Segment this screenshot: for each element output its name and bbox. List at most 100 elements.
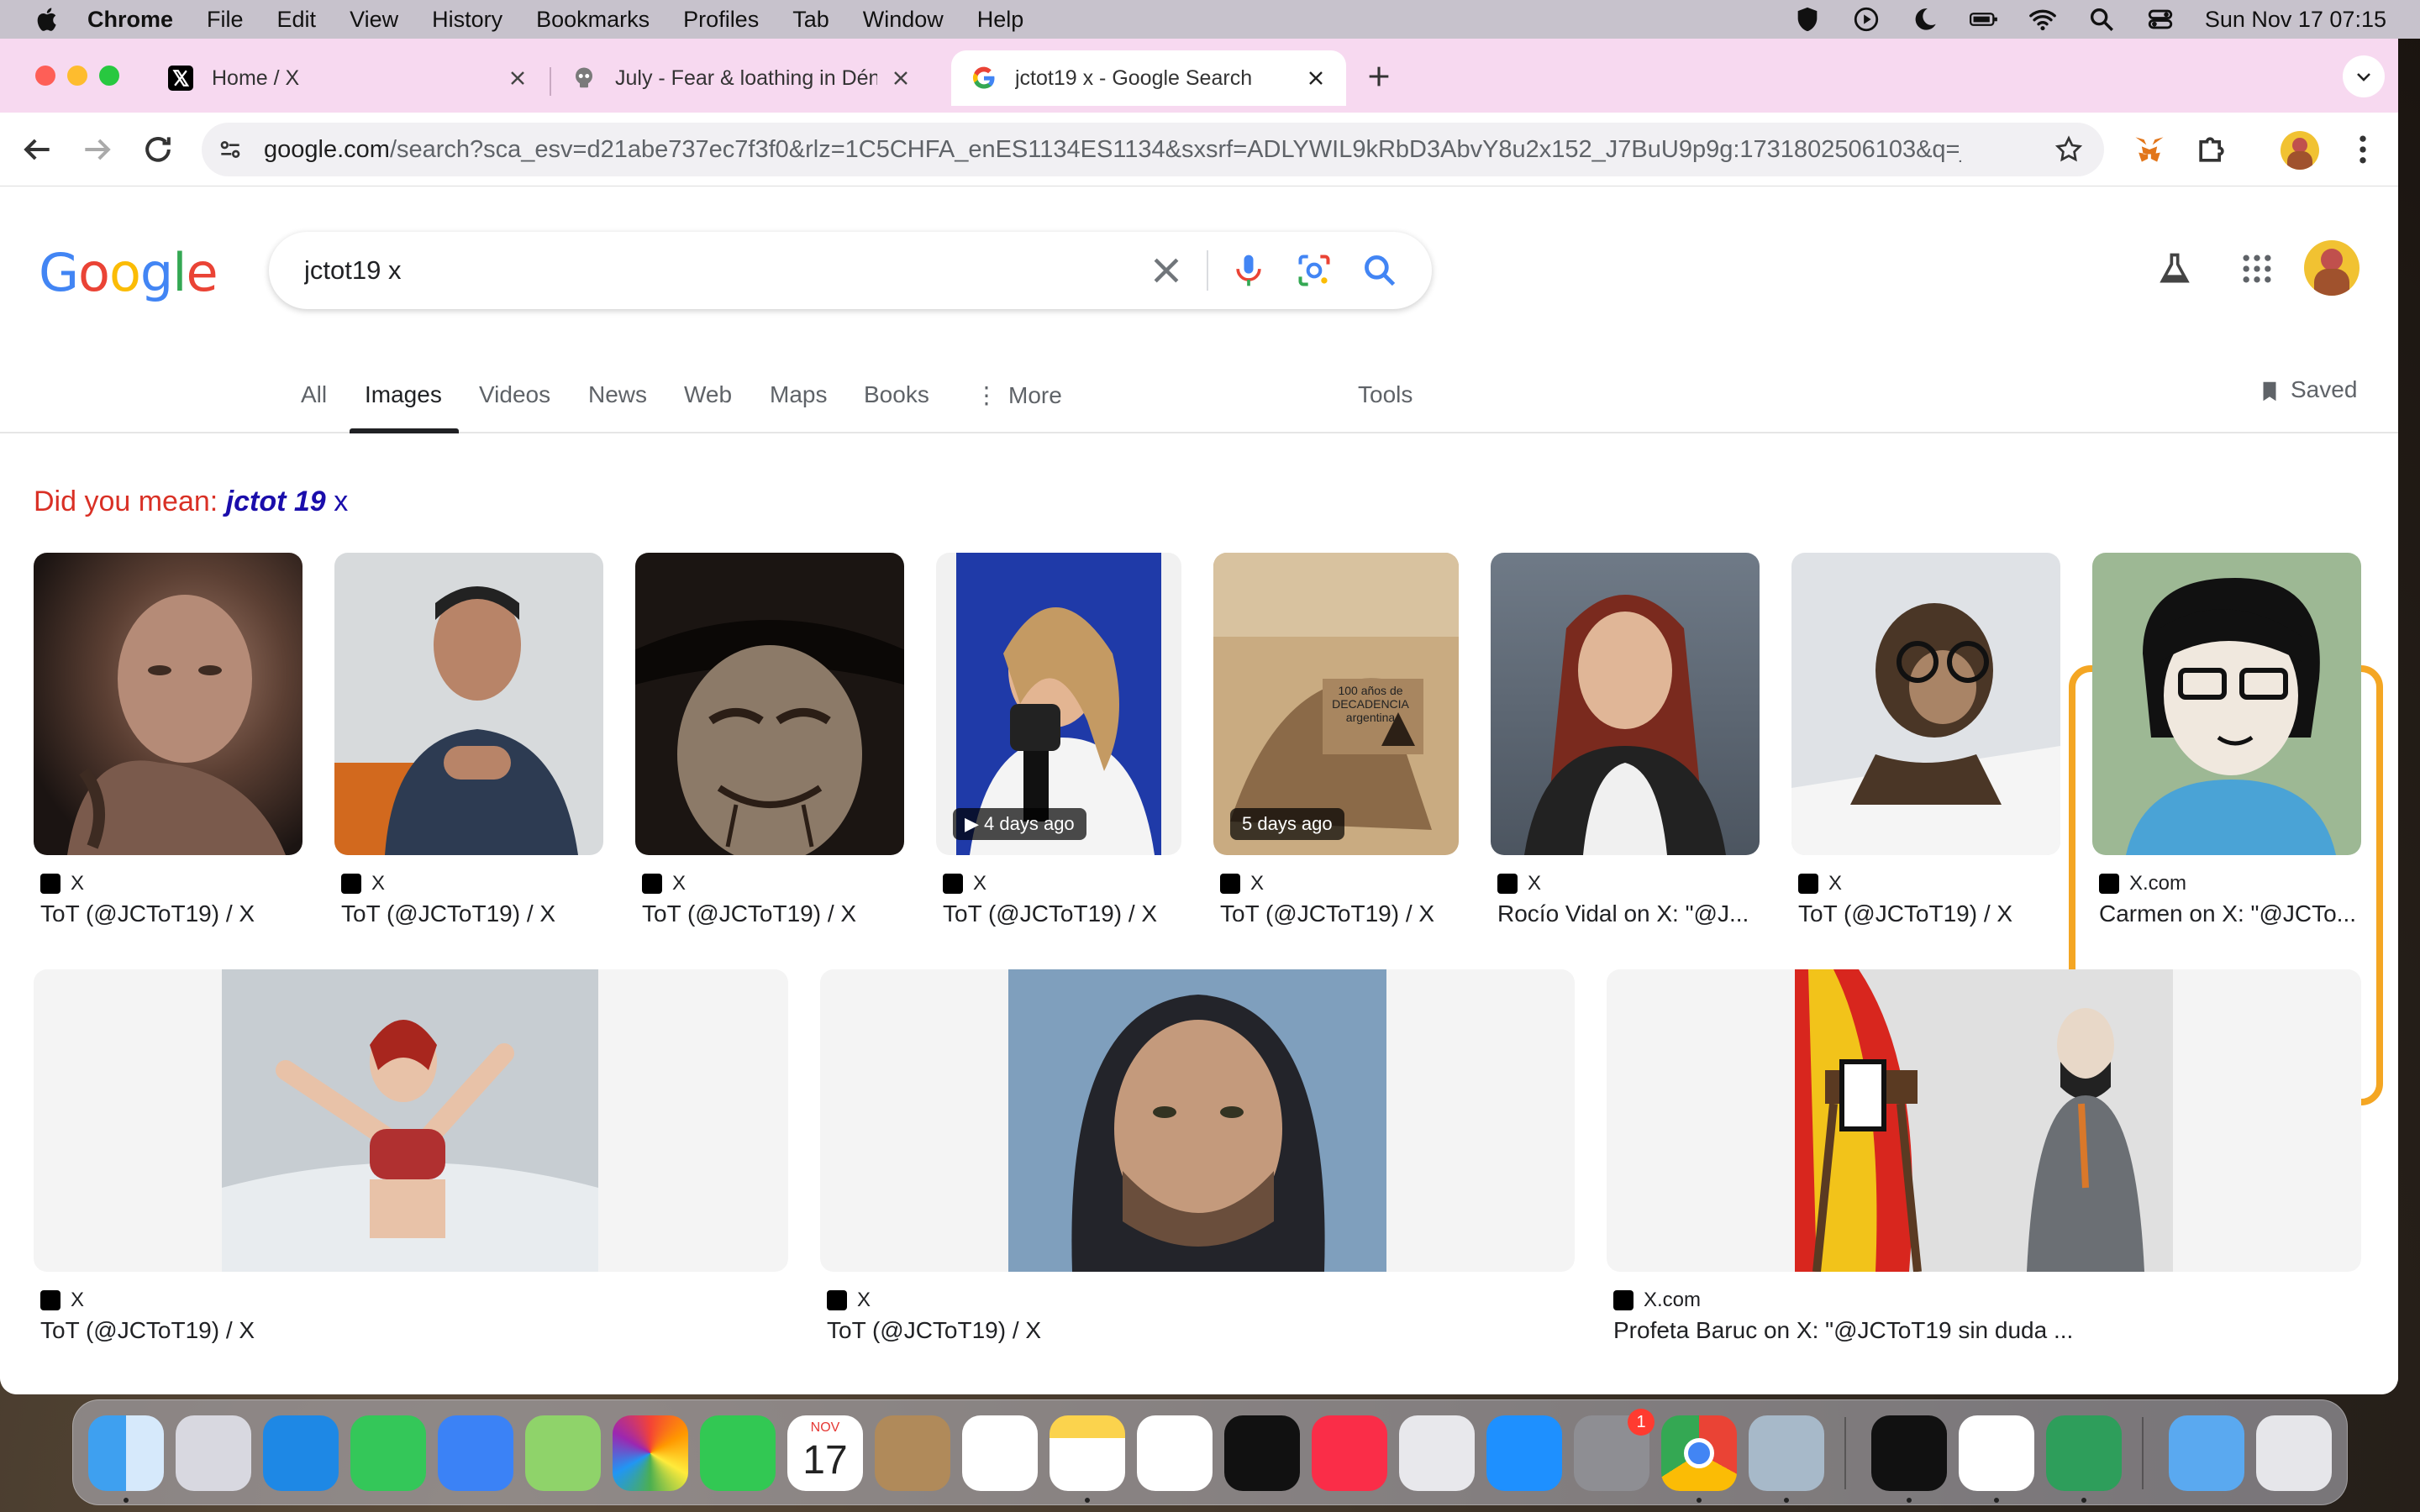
result-title[interactable]: ToT (@JCToT19) / X <box>827 1317 1566 1344</box>
menu-bookmarks[interactable]: Bookmarks <box>536 7 650 33</box>
menu-window[interactable]: Window <box>863 7 944 33</box>
labs-flask-icon[interactable] <box>2156 250 2193 287</box>
result-thumbnail[interactable] <box>334 553 603 855</box>
safari-compass-icon[interactable] <box>263 1415 339 1491</box>
tab-news[interactable]: News <box>588 381 647 408</box>
result-thumbnail[interactable] <box>1791 553 2060 855</box>
preview-icon[interactable] <box>1749 1415 1824 1491</box>
result-title[interactable]: ToT (@JCToT19) / X <box>40 900 302 927</box>
reload-icon[interactable] <box>139 131 176 168</box>
spelling-correction-rest[interactable]: x <box>334 486 348 517</box>
google-lens-icon[interactable] <box>1296 252 1333 289</box>
google-logo[interactable]: Google <box>39 242 218 303</box>
zoom-window-button[interactable] <box>99 66 119 86</box>
tab-web[interactable]: Web <box>684 381 732 408</box>
control-center-icon[interactable] <box>2146 5 2175 34</box>
menu-chrome[interactable]: Chrome <box>87 7 173 33</box>
shield-status-icon[interactable] <box>1793 5 1822 34</box>
menu-file[interactable]: File <box>207 7 244 33</box>
minimize-window-button[interactable] <box>67 66 87 86</box>
result-title[interactable]: ToT (@JCToT19) / X <box>943 900 1181 927</box>
menubar-clock[interactable]: Sun Nov 17 07:15 <box>2205 7 2386 33</box>
bookmark-star-icon[interactable] <box>2054 134 2084 165</box>
profile-avatar[interactable] <box>2281 131 2319 170</box>
image-result[interactable]: X ToT (@JCToT19) / X <box>334 553 603 927</box>
image-result[interactable]: X ToT (@JCToT19) / X <box>34 969 788 1343</box>
image-result[interactable]: ▶ 4 days ago X ToT (@JCToT19) / X <box>936 553 1181 927</box>
menu-tab[interactable]: Tab <box>792 7 829 33</box>
tab-search-button[interactable] <box>2343 55 2385 97</box>
image-result[interactable]: X Rocío Vidal on X: "@J... <box>1491 553 1760 927</box>
clear-search-icon[interactable] <box>1148 252 1185 289</box>
freeform-icon[interactable] <box>1137 1415 1213 1491</box>
apple-icon[interactable] <box>34 5 62 34</box>
iphone-mirroring-icon[interactable] <box>1399 1415 1475 1491</box>
tab-images[interactable]: Images <box>365 381 442 408</box>
apple-tv-icon[interactable] <box>1224 1415 1300 1491</box>
tools-button[interactable]: Tools <box>1358 381 1413 408</box>
tab-home-x[interactable]: Home / X <box>148 50 548 106</box>
vscode-icon[interactable] <box>1959 1415 2034 1491</box>
result-thumbnail[interactable] <box>34 969 788 1272</box>
result-title[interactable]: Rocío Vidal on X: "@J... <box>1497 900 1760 927</box>
app-store-icon[interactable] <box>1486 1415 1562 1491</box>
calendar-icon[interactable]: NOV 17 <box>787 1415 863 1491</box>
spotlight-search-icon[interactable] <box>2087 5 2116 34</box>
image-result[interactable]: X ToT (@JCToT19) / X <box>820 969 1575 1343</box>
result-thumbnail[interactable] <box>820 969 1575 1272</box>
voice-search-mic-icon[interactable] <box>1230 252 1267 289</box>
result-thumbnail[interactable]: 100 años de DECADENCIA argentina 5 days … <box>1213 553 1459 855</box>
tab-all[interactable]: All <box>301 381 327 408</box>
result-thumbnail[interactable] <box>34 553 302 855</box>
contacts-icon[interactable] <box>875 1415 950 1491</box>
result-title[interactable]: ToT (@JCToT19) / X <box>1220 900 1459 927</box>
maps-icon[interactable] <box>525 1415 601 1491</box>
result-title[interactable]: Carmen on X: "@JCTo... <box>2099 900 2361 927</box>
saved-button[interactable]: Saved <box>2257 376 2357 404</box>
back-arrow-icon[interactable] <box>18 131 55 168</box>
image-result[interactable]: X ToT (@JCToT19) / X <box>34 553 302 927</box>
result-title[interactable]: ToT (@JCToT19) / X <box>1798 900 2060 927</box>
tab-videos[interactable]: Videos <box>479 381 550 408</box>
folder-icon[interactable] <box>2169 1415 2244 1491</box>
result-title[interactable]: ToT (@JCToT19) / X <box>341 900 603 927</box>
messages-icon[interactable] <box>350 1415 426 1491</box>
play-circle-icon[interactable] <box>1852 5 1881 34</box>
tab-more[interactable]: ⋮ More <box>975 381 1062 409</box>
finder-icon[interactable] <box>88 1415 164 1491</box>
menu-history[interactable]: History <box>432 7 502 33</box>
system-settings-gear-icon[interactable]: 1 <box>1574 1409 1655 1491</box>
result-title[interactable]: ToT (@JCToT19) / X <box>642 900 904 927</box>
menu-help[interactable]: Help <box>977 7 1024 33</box>
result-thumbnail[interactable] <box>2092 553 2361 855</box>
close-window-button[interactable] <box>35 66 55 86</box>
notes-icon[interactable] <box>1050 1415 1125 1491</box>
image-result[interactable]: X ToT (@JCToT19) / X <box>635 553 904 927</box>
result-title[interactable]: ToT (@JCToT19) / X <box>40 1317 780 1344</box>
image-result[interactable]: X.com Profeta Baruc on X: "@JCToT19 sin … <box>1607 969 2361 1343</box>
trash-icon[interactable] <box>2256 1415 2332 1491</box>
image-result[interactable]: X ToT (@JCToT19) / X <box>1791 553 2060 927</box>
menu-profiles[interactable]: Profiles <box>683 7 759 33</box>
terminal-icon[interactable] <box>1871 1415 1947 1491</box>
mail-envelope-icon[interactable] <box>438 1415 513 1491</box>
image-result-selected[interactable]: X.com Carmen on X: "@JCTo... <box>2092 553 2361 927</box>
spelling-correction-link[interactable]: jctot 19 <box>226 486 326 517</box>
close-tab-icon[interactable] <box>1306 68 1326 88</box>
reminders-list-icon[interactable] <box>962 1415 1038 1491</box>
battery-icon[interactable] <box>1969 5 1998 34</box>
result-title[interactable]: Profeta Baruc on X: "@JCToT19 sin duda .… <box>1613 1317 2353 1344</box>
site-info-tune-icon[interactable] <box>217 136 244 163</box>
apps-grid-icon[interactable] <box>2238 250 2275 287</box>
photos-icon[interactable] <box>613 1415 688 1491</box>
wifi-icon[interactable] <box>2028 5 2057 34</box>
close-tab-icon[interactable] <box>891 68 911 88</box>
search-magnifier-icon[interactable] <box>1361 252 1398 289</box>
address-bar[interactable]: google.com/search?sca_esv=d21abe737ec7f3… <box>202 123 2104 176</box>
more-options-vertical-icon[interactable] <box>2344 131 2381 168</box>
new-tab-plus-icon[interactable] <box>1365 62 1393 91</box>
extensions-puzzle-icon[interactable] <box>2193 131 2230 168</box>
tab-books[interactable]: Books <box>864 381 929 408</box>
result-thumbnail[interactable]: ▶ 4 days ago <box>936 553 1181 855</box>
image-result[interactable]: 100 años de DECADENCIA argentina 5 days … <box>1213 553 1459 927</box>
